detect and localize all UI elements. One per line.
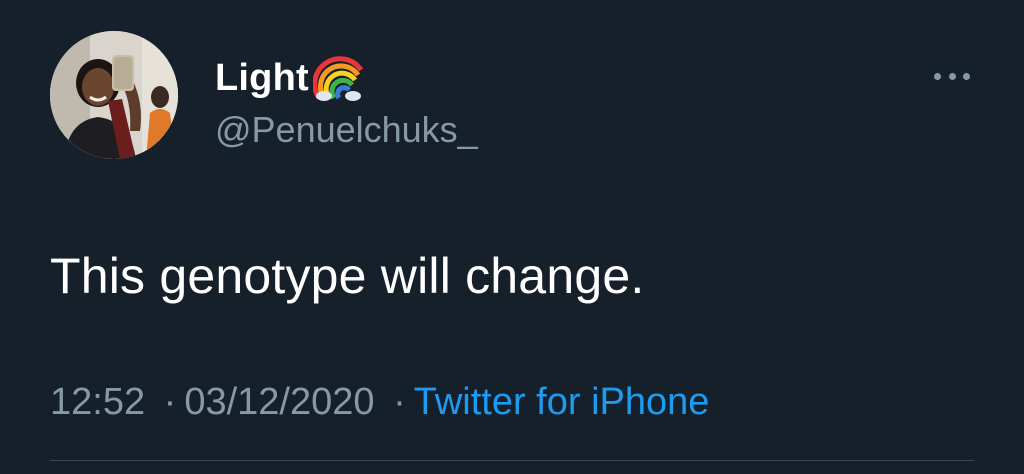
more-options-button[interactable] (930, 62, 974, 90)
avatar[interactable] (50, 31, 178, 159)
more-horizontal-icon (934, 72, 941, 80)
more-horizontal-icon-dot (948, 72, 956, 80)
divider (50, 460, 974, 461)
tweet-date[interactable]: 03/12/2020 (184, 381, 374, 423)
avatar-photo (50, 31, 178, 159)
display-name-row[interactable]: Light (215, 52, 365, 104)
meta-separator: · (393, 381, 406, 423)
tweet-source-link[interactable]: Twitter for iPhone (414, 381, 710, 423)
tweet-text: This genotype will change. (50, 248, 645, 304)
display-name[interactable]: Light (215, 52, 309, 104)
user-handle[interactable]: @Penuelchuks_ (215, 106, 478, 154)
rainbow-icon (312, 52, 365, 104)
tweet-time[interactable]: 12:52 (50, 381, 145, 423)
tweet-metadata: 12:52 · 03/12/2020 · Twitter for iPhone (50, 376, 709, 428)
more-horizontal-icon-dot (963, 72, 970, 80)
tweet-card: Light @Penuelchuks_ This genotype will c… (0, 0, 1024, 474)
meta-separator: · (163, 381, 177, 423)
